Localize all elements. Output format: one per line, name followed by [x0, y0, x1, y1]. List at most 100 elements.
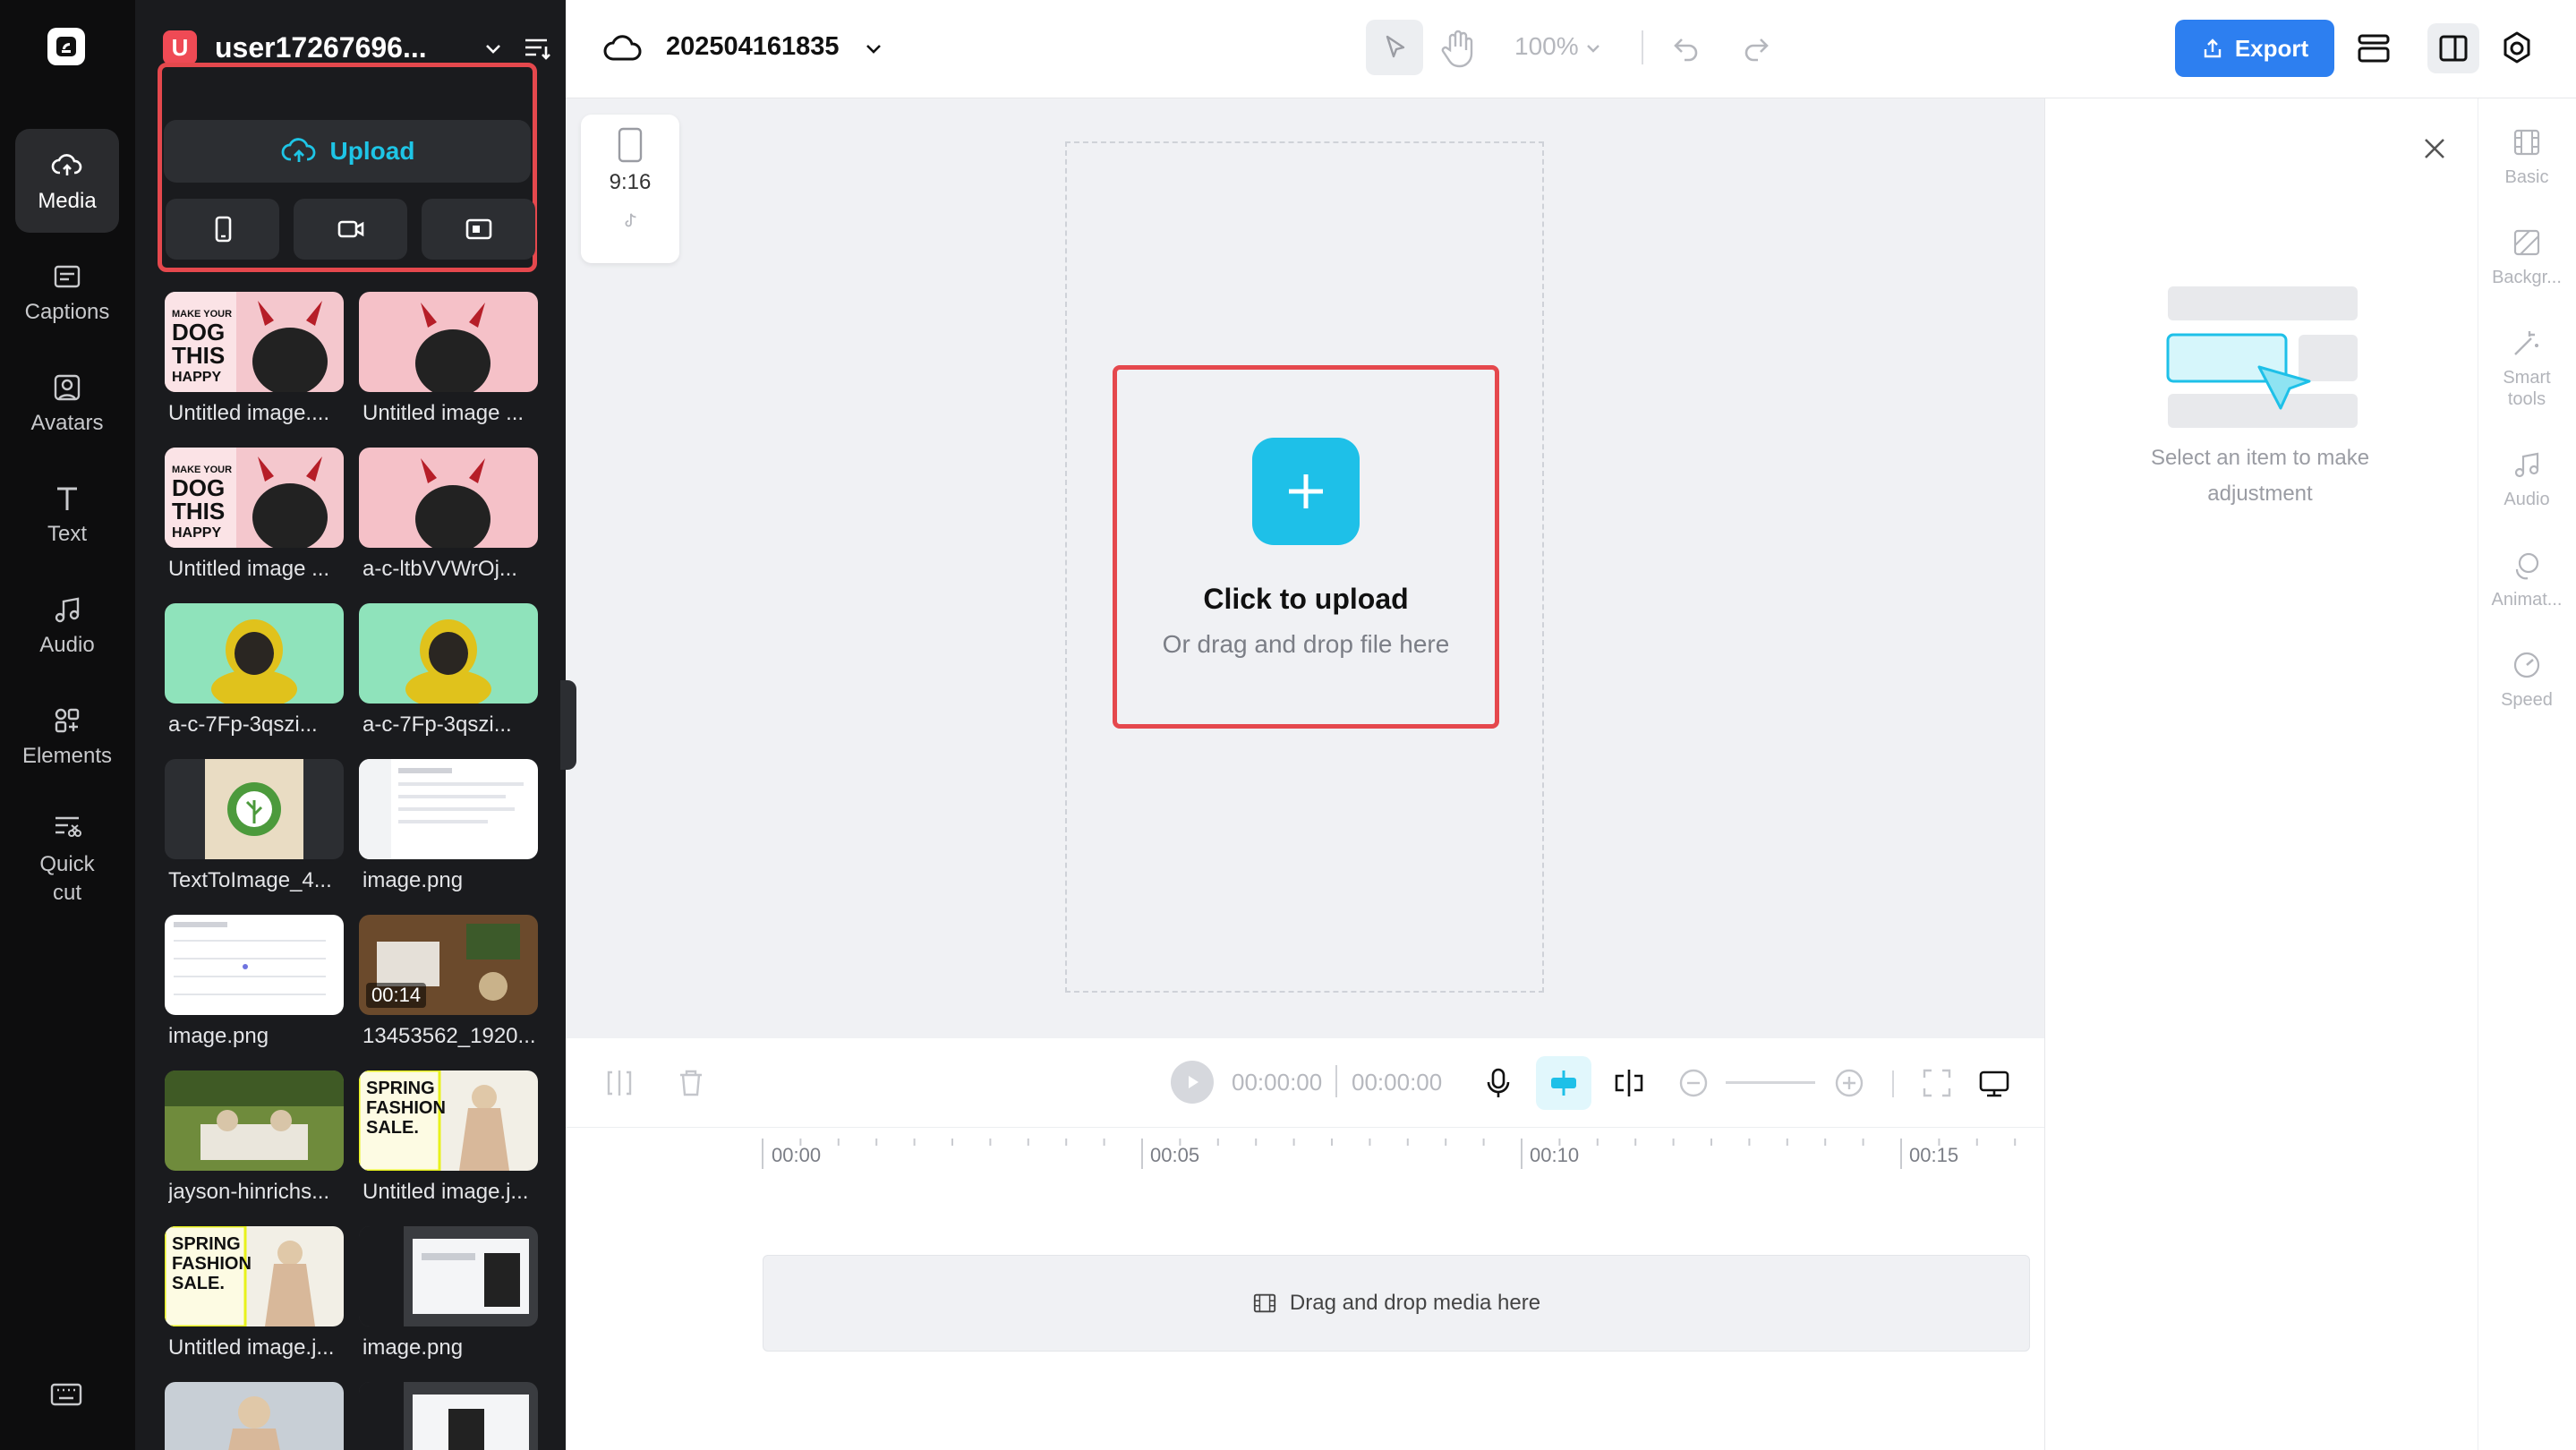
- select-tool-button[interactable]: [1366, 20, 1423, 75]
- play-button[interactable]: [1171, 1061, 1214, 1104]
- rail-item-elements[interactable]: Elements: [15, 684, 119, 788]
- split-clip-icon[interactable]: [601, 1065, 637, 1101]
- media-thumbnail-image: MAKE YOURDOGTHISHAPPY: [165, 448, 344, 548]
- chevron-down-icon[interactable]: [1582, 38, 1604, 59]
- aspect-ratio-selector[interactable]: 9:16: [581, 115, 679, 263]
- plus-icon: [1289, 474, 1323, 508]
- magnet-snap-icon: [1551, 1070, 1576, 1096]
- top-toolbar: 202504161835 100% Export: [566, 0, 2576, 98]
- auto-snap-toggle[interactable]: [1536, 1056, 1591, 1110]
- close-icon[interactable]: [2418, 132, 2451, 165]
- tab-audio[interactable]: Audio: [2478, 448, 2576, 510]
- rail-item-quick-cut[interactable]: Quick cut: [15, 795, 119, 920]
- add-media-button[interactable]: [1252, 438, 1360, 545]
- cloud-sync-icon[interactable]: [603, 30, 643, 66]
- sort-icon[interactable]: [521, 32, 553, 64]
- preview-monitor-icon[interactable]: [1976, 1065, 2012, 1101]
- media-thumbnail[interactable]: [165, 915, 344, 1015]
- svg-text:SPRING: SPRING: [366, 1079, 435, 1098]
- media-thumbnail-image: [165, 603, 344, 704]
- chevron-down-icon[interactable]: [861, 36, 886, 61]
- media-thumbnail[interactable]: [359, 448, 538, 548]
- microphone-icon[interactable]: [1480, 1065, 1516, 1101]
- media-thumbnail[interactable]: [359, 759, 538, 859]
- tab-basic[interactable]: Basic: [2478, 125, 2576, 188]
- music-note-icon: [2514, 452, 2539, 478]
- rail-item-text[interactable]: Text: [15, 462, 119, 566]
- media-thumbnail[interactable]: SPRING FASHION SALE.: [359, 1070, 538, 1171]
- split-screen-icon[interactable]: [1611, 1065, 1647, 1101]
- media-thumbnail-image: [165, 1070, 344, 1171]
- svg-text:THIS: THIS: [172, 498, 225, 525]
- collapse-panel-handle[interactable]: [560, 680, 576, 770]
- media-label: Untitled image ...: [168, 557, 330, 581]
- timeline-drop-zone[interactable]: Drag and drop media here: [763, 1255, 2030, 1352]
- rail-item-audio[interactable]: Audio: [15, 573, 119, 677]
- tab-label: Basic: [2504, 167, 2549, 187]
- chevron-down-icon[interactable]: [481, 36, 506, 61]
- toggle-panel-button[interactable]: [2427, 23, 2479, 73]
- music-note-icon: [55, 597, 80, 622]
- tab-animation[interactable]: Animat...: [2478, 548, 2576, 610]
- layers-icon[interactable]: [2354, 29, 2393, 68]
- play-icon: [1189, 1076, 1198, 1088]
- export-button[interactable]: Export: [2175, 20, 2334, 77]
- rail-item-label: Media: [38, 188, 97, 213]
- media-thumbnail[interactable]: [165, 603, 344, 704]
- media-thumbnail[interactable]: [165, 1382, 344, 1450]
- rail-item-avatars[interactable]: Avatars: [15, 351, 119, 455]
- timeline-zoom-slider[interactable]: [1726, 1081, 1815, 1084]
- record-camera-button[interactable]: [294, 199, 407, 260]
- app-logo[interactable]: [47, 28, 85, 65]
- click-to-upload-area[interactable]: Click to upload Or drag and drop file he…: [1113, 365, 1499, 729]
- media-thumbnail[interactable]: [359, 1382, 538, 1450]
- fullscreen-icon[interactable]: [1919, 1065, 1955, 1101]
- media-thumbnail[interactable]: MAKE YOUR DOG THIS HAPPY: [165, 292, 344, 392]
- media-thumbnail[interactable]: SPRING FASHION SALE.: [165, 1226, 344, 1326]
- media-label: Untitled image.j...: [168, 1335, 335, 1360]
- total-time: 00:00:00: [1352, 1069, 1443, 1096]
- media-thumbnail[interactable]: [165, 759, 344, 859]
- rail-item-media[interactable]: Media: [15, 129, 119, 233]
- project-name[interactable]: 202504161835: [666, 32, 840, 62]
- media-thumbnail[interactable]: 00:14: [359, 915, 538, 1015]
- drop-hint: Drag and drop media here: [1289, 1291, 1541, 1315]
- media-thumbnail[interactable]: [359, 603, 538, 704]
- media-thumbnail[interactable]: MAKE YOUR DOG THIS HAPPY: [165, 448, 344, 548]
- redo-icon[interactable]: [1738, 30, 1774, 66]
- zoom-out-icon[interactable]: [1676, 1065, 1711, 1101]
- divider: [1335, 1065, 1337, 1097]
- record-phone-button[interactable]: [166, 199, 279, 260]
- record-screen-button[interactable]: [422, 199, 535, 260]
- svg-text:THIS: THIS: [172, 342, 225, 369]
- gear-icon[interactable]: [2497, 29, 2537, 68]
- rail-item-label: Quick: [39, 852, 95, 876]
- tab-smart-tools[interactable]: Smart tools: [2478, 326, 2576, 410]
- media-label: image.png: [363, 868, 464, 892]
- delete-icon[interactable]: [673, 1065, 709, 1101]
- media-thumbnail[interactable]: [165, 1070, 344, 1171]
- timeline-ruler[interactable]: [761, 1130, 2032, 1183]
- zoom-level[interactable]: 100%: [1514, 32, 1579, 61]
- svg-text:HAPPY: HAPPY: [172, 370, 221, 385]
- upload-subtitle: Or drag and drop file here: [1162, 630, 1450, 658]
- svg-text:HAPPY: HAPPY: [172, 525, 221, 541]
- zoom-in-icon[interactable]: [1831, 1065, 1867, 1101]
- tab-speed[interactable]: Speed: [2478, 648, 2576, 711]
- rail-item-captions[interactable]: Captions: [15, 240, 119, 344]
- export-label: Export: [2234, 34, 2309, 62]
- cloud-upload-icon: [51, 153, 82, 175]
- media-thumbnail[interactable]: [359, 292, 538, 392]
- svg-text:SPRING: SPRING: [172, 1234, 241, 1254]
- tab-background[interactable]: Backgr...: [2478, 226, 2576, 288]
- media-thumbnail-image: SPRINGFASHIONSALE.: [359, 1070, 538, 1171]
- keyboard-shortcuts-icon[interactable]: [48, 1377, 84, 1412]
- undo-icon[interactable]: [1668, 30, 1704, 66]
- hand-tool-icon[interactable]: [1437, 27, 1477, 70]
- media-label: image.png: [363, 1335, 464, 1360]
- properties-tabs: [2478, 98, 2576, 1450]
- upload-button[interactable]: Upload: [164, 120, 531, 183]
- media-thumbnail-image: [165, 1382, 344, 1450]
- media-thumbnail[interactable]: [359, 1226, 538, 1326]
- tab-label: Animat...: [2491, 590, 2563, 610]
